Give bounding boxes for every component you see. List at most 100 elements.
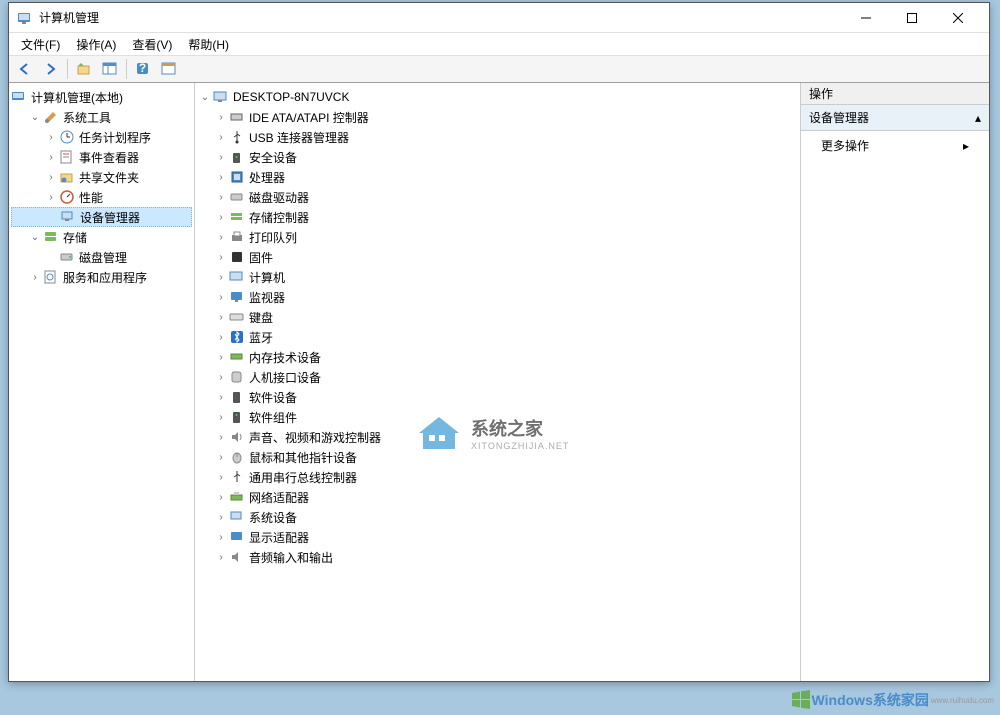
device-hid[interactable]: ›人机接口设备 — [197, 367, 798, 387]
device-cpu[interactable]: ›处理器 — [197, 167, 798, 187]
expand-icon[interactable]: › — [213, 449, 229, 465]
device-usb-connector[interactable]: ›USB 连接器管理器 — [197, 127, 798, 147]
expand-icon[interactable]: › — [213, 349, 229, 365]
expand-icon[interactable]: › — [213, 409, 229, 425]
expand-icon[interactable]: › — [213, 229, 229, 245]
expand-icon[interactable]: ⌄ — [197, 89, 213, 105]
expand-icon[interactable]: › — [213, 489, 229, 505]
windows-logo-icon — [790, 689, 812, 711]
expand-icon[interactable]: › — [213, 289, 229, 305]
device-root[interactable]: ⌄ DESKTOP-8N7UVCK — [197, 87, 798, 107]
tree-system-tools[interactable]: ⌄ 系统工具 — [11, 107, 192, 127]
expand-icon[interactable]: › — [213, 389, 229, 405]
device-print-queue[interactable]: ›打印队列 — [197, 227, 798, 247]
expand-icon[interactable]: › — [43, 189, 59, 205]
actions-section[interactable]: 设备管理器 ▴ — [801, 105, 989, 131]
toolbar: ? — [9, 55, 989, 83]
expand-icon[interactable]: › — [213, 149, 229, 165]
forward-button[interactable] — [39, 58, 63, 80]
device-storage-ctrl[interactable]: ›存储控制器 — [197, 207, 798, 227]
properties-button[interactable] — [157, 58, 181, 80]
window-controls — [843, 3, 981, 33]
tree-root-local[interactable]: 计算机管理(本地) — [11, 87, 192, 107]
device-bluetooth[interactable]: ›蓝牙 — [197, 327, 798, 347]
keyboard-icon — [229, 309, 245, 325]
actions-pane: 操作 设备管理器 ▴ 更多操作 ▸ — [801, 83, 989, 681]
computer-icon — [229, 269, 245, 285]
maximize-button[interactable] — [889, 3, 935, 33]
device-keyboard[interactable]: ›键盘 — [197, 307, 798, 327]
expand-icon[interactable]: › — [213, 209, 229, 225]
expand-icon[interactable]: ⌄ — [27, 229, 43, 245]
expand-icon[interactable]: › — [213, 369, 229, 385]
device-display[interactable]: ›显示适配器 — [197, 527, 798, 547]
expand-icon[interactable]: › — [213, 109, 229, 125]
tree-services[interactable]: › 服务和应用程序 — [11, 267, 192, 287]
sound-icon — [229, 429, 245, 445]
device-computer[interactable]: ›计算机 — [197, 267, 798, 287]
device-firmware[interactable]: ›固件 — [197, 247, 798, 267]
device-monitor[interactable]: ›监视器 — [197, 287, 798, 307]
expand-icon[interactable]: › — [213, 249, 229, 265]
device-disk-drive[interactable]: ›磁盘驱动器 — [197, 187, 798, 207]
device-memory[interactable]: ›内存技术设备 — [197, 347, 798, 367]
usb-ctrl-icon — [229, 469, 245, 485]
device-audio[interactable]: ›音频输入和输出 — [197, 547, 798, 567]
expand-icon[interactable]: › — [213, 309, 229, 325]
device-ide[interactable]: ›IDE ATA/ATAPI 控制器 — [197, 107, 798, 127]
tree-device-manager[interactable]: 设备管理器 — [11, 207, 192, 227]
chevron-right-icon: ▸ — [963, 139, 969, 153]
up-button[interactable] — [72, 58, 96, 80]
help-button[interactable]: ? — [131, 58, 155, 80]
ide-icon — [229, 109, 245, 125]
tree-disk-management[interactable]: 磁盘管理 — [11, 247, 192, 267]
titlebar: 计算机管理 — [9, 3, 989, 33]
audio-icon — [229, 549, 245, 565]
tree-performance[interactable]: › 性能 — [11, 187, 192, 207]
device-network[interactable]: ›网络适配器 — [197, 487, 798, 507]
menu-help[interactable]: 帮助(H) — [180, 34, 237, 55]
app-icon — [17, 10, 33, 26]
shared-folder-icon — [59, 169, 75, 185]
device-security[interactable]: ›安全设备 — [197, 147, 798, 167]
tree-event-viewer[interactable]: › 事件查看器 — [11, 147, 192, 167]
expand-icon[interactable]: › — [213, 189, 229, 205]
hid-icon — [229, 369, 245, 385]
bottom-watermark: Windows系统家园 www.ruihudu.com — [790, 689, 994, 711]
computer-icon — [213, 89, 229, 105]
device-software[interactable]: ›软件设备 — [197, 387, 798, 407]
device-manager-icon — [60, 209, 76, 225]
minimize-button[interactable] — [843, 3, 889, 33]
expand-icon[interactable]: › — [43, 169, 59, 185]
expand-icon[interactable]: › — [213, 509, 229, 525]
expand-icon[interactable]: › — [213, 469, 229, 485]
menu-action[interactable]: 操作(A) — [68, 34, 124, 55]
expand-icon[interactable]: › — [213, 269, 229, 285]
back-button[interactable] — [13, 58, 37, 80]
tools-icon — [43, 109, 59, 125]
expand-icon[interactable]: › — [27, 269, 43, 285]
actions-more[interactable]: 更多操作 ▸ — [801, 131, 989, 160]
storage-ctrl-icon — [229, 209, 245, 225]
menu-view[interactable]: 查看(V) — [124, 34, 180, 55]
device-system[interactable]: ›系统设备 — [197, 507, 798, 527]
tree-task-scheduler[interactable]: › 任务计划程序 — [11, 127, 192, 147]
tree-storage[interactable]: ⌄ 存储 — [11, 227, 192, 247]
expand-icon[interactable]: ⌄ — [27, 109, 43, 125]
expand-icon[interactable]: › — [213, 329, 229, 345]
show-hide-tree-button[interactable] — [98, 58, 122, 80]
event-icon — [59, 149, 75, 165]
menu-file[interactable]: 文件(F) — [13, 34, 68, 55]
expand-icon[interactable]: › — [43, 149, 59, 165]
center-tree-pane: ⌄ DESKTOP-8N7UVCK ›IDE ATA/ATAPI 控制器 ›US… — [195, 83, 801, 681]
expand-icon[interactable]: › — [43, 129, 59, 145]
tree-shared-folders[interactable]: › 共享文件夹 — [11, 167, 192, 187]
expand-icon[interactable]: › — [213, 129, 229, 145]
expand-icon[interactable]: › — [213, 429, 229, 445]
expand-icon[interactable]: › — [213, 529, 229, 545]
expand-icon[interactable]: › — [213, 169, 229, 185]
expand-icon[interactable]: › — [213, 549, 229, 565]
close-button[interactable] — [935, 3, 981, 33]
memory-icon — [229, 349, 245, 365]
device-usb-ctrl[interactable]: ›通用串行总线控制器 — [197, 467, 798, 487]
